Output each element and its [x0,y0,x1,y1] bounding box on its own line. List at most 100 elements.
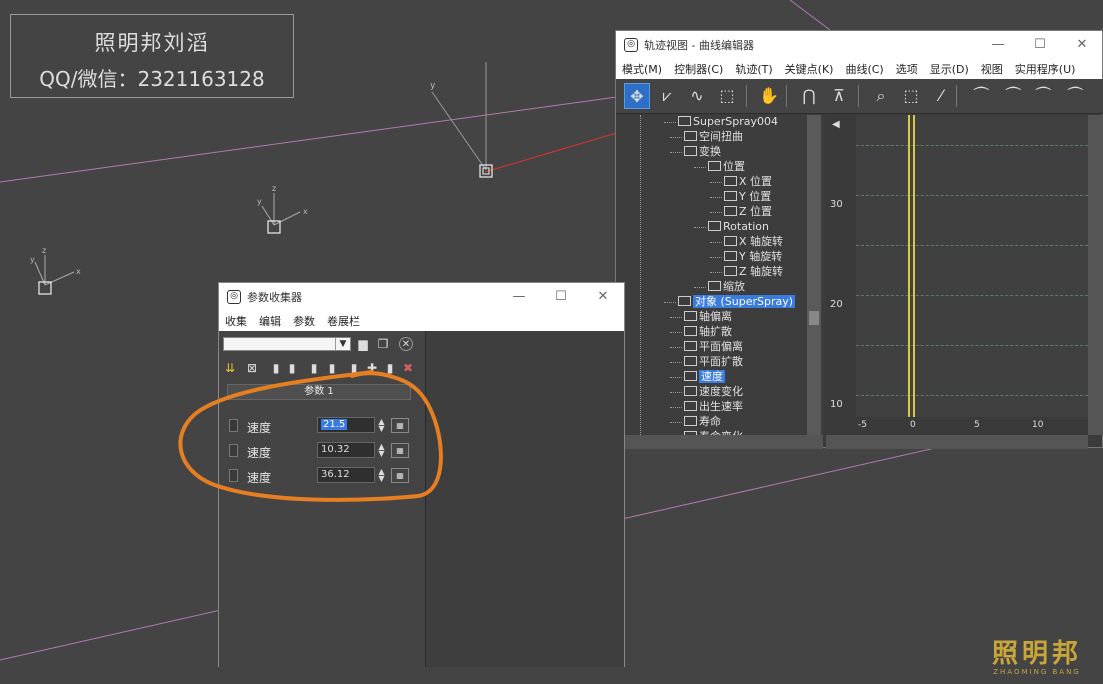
emitter-gizmo[interactable]: z x y [30,246,81,295]
menu-item[interactable]: 卷展栏 [321,313,366,329]
menu-item[interactable]: 曲线(C) [839,61,889,77]
param-value-field[interactable]: 10.32 [317,442,375,458]
graph-collapse-icon[interactable]: ◀ [832,119,840,130]
graph-area[interactable] [856,115,1088,417]
curve-graph[interactable]: 30 20 10 -5 0 5 10 ◀ [826,115,1088,435]
param-collector-titlebar[interactable]: ◎ 参数收集器 — ☐ ✕ [219,283,624,311]
tree-node[interactable]: 轴偏离 [684,310,732,324]
tangent-spline-icon[interactable]: ⏜ [1000,83,1026,109]
time-slider-line[interactable] [913,115,915,417]
tree-node[interactable]: 对象 (SuperSpray) [678,295,796,309]
menu-item[interactable]: 视图 [975,61,1009,77]
tree-node[interactable]: Z 位置 [724,205,772,219]
close-button[interactable]: ✕ [583,283,623,311]
minimize-button[interactable]: — [499,283,539,311]
tree-node[interactable]: 缩放 [708,280,745,294]
region-select-icon[interactable]: ⬚ [714,83,740,109]
key-icon[interactable]: ▦ [391,443,409,458]
tree-node[interactable]: 空间扭曲 [684,130,743,144]
menu-item[interactable]: 控制器(C) [668,61,729,77]
maximize-button[interactable]: ☐ [1020,31,1060,59]
tree-node[interactable]: 速度 [684,370,725,384]
menu-item[interactable]: 参数 [287,313,321,329]
tangent-slow-icon[interactable]: ⏜ [1062,83,1088,109]
param-select-checkbox[interactable] [229,419,238,432]
zoom-region-icon[interactable]: ⬚ [898,83,924,109]
tree-node[interactable]: 平面扩散 [684,355,743,369]
menu-item[interactable]: 编辑 [253,313,287,329]
tree-node[interactable]: 轴扩散 [684,325,732,339]
menu-item[interactable]: 显示(D) [924,61,975,77]
tangent-auto-icon[interactable]: ⏜ [968,83,994,109]
tree-node[interactable]: SuperSpray004 [678,115,778,129]
duplicate-collection-icon[interactable]: ❐ [376,337,390,351]
key-icon[interactable]: ▦ [391,468,409,483]
menu-item[interactable]: 关键点(K) [779,61,840,77]
minimize-button[interactable]: — [978,31,1018,59]
menu-item[interactable]: 收集 [219,313,253,329]
new-collection-icon[interactable]: ▆ [356,337,370,351]
move-parameters-icon[interactable]: ▮ [347,361,361,375]
rollout-header[interactable]: 参数 1 [227,384,411,400]
tree-node[interactable]: X 位置 [724,175,772,189]
tangent-fast-icon[interactable]: ⏜ [1030,83,1056,109]
emitter-gizmo[interactable]: y [430,62,493,178]
param-value-field[interactable]: 21.5 [317,417,375,433]
add-to-new-rollout-icon[interactable]: ▮ [269,361,283,375]
fit-curve-icon[interactable]: ⋂ [796,83,822,109]
move-keys-icon[interactable]: ✥ [624,83,650,109]
select-objects-icon[interactable]: ▮ [383,361,397,375]
frame-horizontal-icon[interactable]: ⊼ [826,83,852,109]
reset-all-icon[interactable]: ⊠ [245,361,259,375]
tree-node[interactable]: Y 位置 [724,190,771,204]
tree-node[interactable]: 变换 [684,145,721,159]
add-parameter-icon[interactable]: ✚ [365,361,379,375]
remove-selected-icon[interactable]: ▮ [325,361,339,375]
clear-all-icon[interactable]: ✖ [401,361,415,375]
param-select-checkbox[interactable] [229,469,238,482]
emitter-gizmo[interactable]: z x y [257,184,308,234]
tree-node[interactable]: Z 轴旋转 [724,265,783,279]
tree-node[interactable]: 位置 [708,160,745,174]
graph-vertical-scrollbar[interactable] [1088,115,1103,435]
add-to-selected-rollout-icon[interactable]: ▮ [285,361,299,375]
menu-item[interactable]: 轨迹(T) [729,61,778,77]
track-view-window[interactable]: ◎ 轨迹视图 - 曲线编辑器 — ☐ ✕ 模式(M) 控制器(C) 轨迹(T) 关键点… [615,30,1103,449]
tree-node[interactable]: 速度变化 [684,385,743,399]
add-key-icon[interactable]: ∿ [684,83,710,109]
spinner-icon[interactable]: ▲ ▼ [377,443,386,458]
delete-collection-icon[interactable]: ✕ [399,337,413,351]
add-selected-objects-icon[interactable]: ▮ [307,361,321,375]
param-value-field[interactable]: 36.12 [317,467,375,483]
isolate-curve-icon[interactable]: ⁄ [928,83,954,109]
close-button[interactable]: ✕ [1062,31,1102,59]
draw-curves-icon[interactable]: ⩗ [654,83,680,109]
param-select-checkbox[interactable] [229,444,238,457]
tree-vertical-scrollbar[interactable] [807,115,821,435]
time-slider-line[interactable] [908,115,910,417]
tree-node[interactable]: 寿命 [684,415,721,429]
spinner-icon[interactable]: ▲ ▼ [377,418,386,433]
tree-node[interactable]: X 轴旋转 [724,235,783,249]
tree-node[interactable]: Y 轴旋转 [724,250,782,264]
key-all-icon[interactable]: ⇊ [223,361,237,375]
param-collector-window[interactable]: ◎ 参数收集器 — ☐ ✕ 收集 编辑 参数 卷展栏 ▼ ▆ ❐ ✕ ⇊ ⊠ ▮ ▮ … [218,282,625,667]
menu-item[interactable]: 选项 [890,61,924,77]
tree-horizontal-scrollbar[interactable] [616,435,823,449]
controller-tree[interactable]: SuperSpray004 空间扭曲 变换 位置 X 位置 Y 位置 Z 位置 Rotatio… [616,115,823,435]
spinner-icon[interactable]: ▲ ▼ [377,468,386,483]
chevron-down-icon[interactable]: ▼ [335,338,350,350]
menu-item[interactable]: 实用程序(U) [1009,61,1082,77]
tree-node[interactable]: Rotation [708,220,769,234]
pan-icon[interactable]: ✋ [756,83,782,109]
tree-node[interactable]: 出生速率 [684,400,743,414]
maximize-button[interactable]: ☐ [541,283,581,311]
key-icon[interactable]: ▦ [391,418,409,433]
tree-node[interactable]: 平面偏离 [684,340,743,354]
scrollbar-thumb[interactable] [809,311,819,325]
graph-horizontal-scrollbar[interactable] [826,435,1088,449]
zoom-icon[interactable]: ⌕ [868,83,894,109]
track-view-titlebar[interactable]: ◎ 轨迹视图 - 曲线编辑器 — ☐ ✕ [616,31,1102,59]
collection-dropdown[interactable]: ▼ [223,337,351,351]
menu-item[interactable]: 模式(M) [616,61,668,77]
